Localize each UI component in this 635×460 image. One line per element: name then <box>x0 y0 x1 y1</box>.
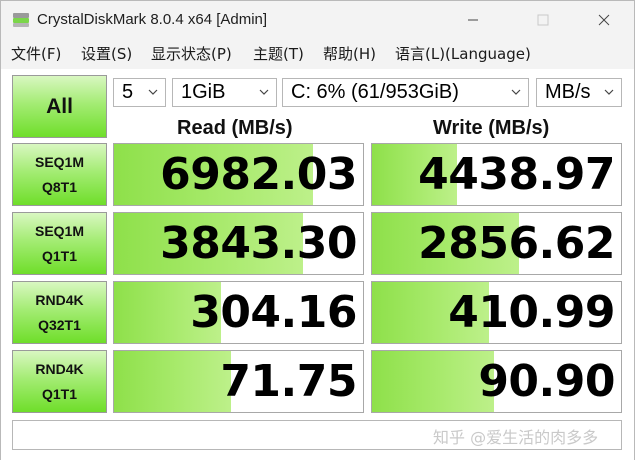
test-size-value: 1GiB <box>181 81 226 103</box>
minimize-button[interactable] <box>450 1 496 39</box>
test-label-line2: Q8T1 <box>41 178 77 195</box>
maximize-icon <box>537 14 549 26</box>
test-label-line2: Q32T1 <box>38 316 81 333</box>
read-result-value: 6982.03 <box>160 149 357 200</box>
close-icon <box>598 14 610 26</box>
maximize-button[interactable] <box>520 1 566 39</box>
read-column-header: Read (MB/s) <box>177 117 293 139</box>
test-button-seq1m-q8t1[interactable]: SEQ1M Q8T1 <box>12 143 107 206</box>
test-label-line1: RND4K <box>35 291 84 308</box>
menu-bar: 文件(F) 设置(S) 显示状态(P) 主题(T) 帮助(H) 语言(L)(La… <box>1 39 634 67</box>
read-result-cell: 71.75 <box>113 350 364 413</box>
app-disk-icon <box>13 13 29 27</box>
write-result-value: 4438.97 <box>418 149 615 200</box>
chevron-down-icon <box>511 89 521 95</box>
test-count-value: 5 <box>122 81 134 103</box>
write-result-cell: 2856.62 <box>371 212 622 275</box>
test-label-line2: Q1T1 <box>41 247 77 264</box>
unit-value: MB/s <box>545 81 591 103</box>
menu-theme[interactable]: 主题(T) <box>253 43 304 64</box>
test-label-line1: RND4K <box>35 360 84 377</box>
write-result-cell: 4438.97 <box>371 143 622 206</box>
read-result-cell: 3843.30 <box>113 212 364 275</box>
write-result-cell: 90.90 <box>371 350 622 413</box>
read-result-cell: 304.16 <box>113 281 364 344</box>
write-result-value: 410.99 <box>448 287 615 338</box>
drive-value: C: 6% (61/953GiB) <box>291 81 459 103</box>
main-panel: All 5 1GiB C: 6% (61/953GiB) MB/s Read (… <box>1 69 634 460</box>
write-result-value: 90.90 <box>478 356 615 407</box>
test-button-rnd4k-q32t1[interactable]: RND4K Q32T1 <box>12 281 107 344</box>
menu-view[interactable]: 显示状态(P) <box>151 43 232 64</box>
menu-file[interactable]: 文件(F) <box>11 43 61 64</box>
app-window: CrystalDiskMark 8.0.4 x64 [Admin] 文件(F) … <box>0 0 635 460</box>
title-bar[interactable]: CrystalDiskMark 8.0.4 x64 [Admin] <box>1 1 634 39</box>
write-result-cell: 410.99 <box>371 281 622 344</box>
menu-help[interactable]: 帮助(H) <box>323 43 376 64</box>
write-column-header: Write (MB/s) <box>433 117 550 139</box>
read-result-bar <box>114 351 232 412</box>
close-button[interactable] <box>581 1 627 39</box>
chevron-down-icon <box>148 89 158 95</box>
test-label-line1: SEQ1M <box>34 153 84 170</box>
drive-select[interactable]: C: 6% (61/953GiB) <box>282 78 529 107</box>
read-result-value: 3843.30 <box>160 218 357 269</box>
write-result-value: 2856.62 <box>418 218 615 269</box>
test-label-line2: Q1T1 <box>41 385 77 402</box>
write-result-bar <box>372 351 494 412</box>
all-button[interactable]: All <box>12 75 107 138</box>
read-result-cell: 6982.03 <box>113 143 364 206</box>
minimize-icon <box>468 19 478 21</box>
test-button-rnd4k-q1t1[interactable]: RND4K Q1T1 <box>12 350 107 413</box>
test-size-select[interactable]: 1GiB <box>172 78 277 107</box>
menu-language[interactable]: 语言(L)(Language) <box>395 43 531 64</box>
read-result-value: 71.75 <box>220 356 357 407</box>
window-title: CrystalDiskMark 8.0.4 x64 [Admin] <box>37 11 268 28</box>
watermark-text: 知乎 @爱生活的肉多多 <box>433 428 599 447</box>
chevron-down-icon <box>604 89 614 95</box>
chevron-down-icon <box>259 89 269 95</box>
unit-select[interactable]: MB/s <box>536 78 622 107</box>
test-label-line1: SEQ1M <box>34 222 84 239</box>
test-count-select[interactable]: 5 <box>113 78 166 107</box>
menu-settings[interactable]: 设置(S) <box>81 43 132 64</box>
read-result-value: 304.16 <box>190 287 357 338</box>
test-button-seq1m-q1t1[interactable]: SEQ1M Q1T1 <box>12 212 107 275</box>
